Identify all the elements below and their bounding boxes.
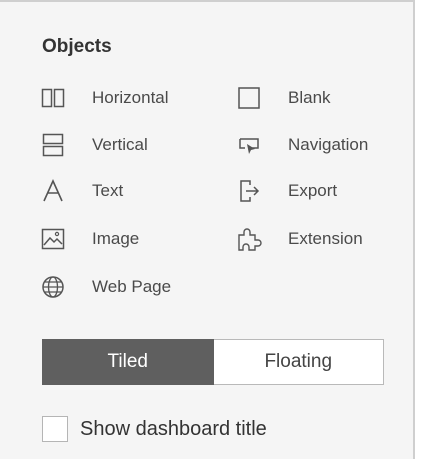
object-image-label: Image <box>92 229 140 248</box>
text-icon <box>40 178 66 204</box>
show-dashboard-title-row[interactable]: Show dashboard title <box>42 416 267 442</box>
object-vertical-label: Vertical <box>92 135 148 154</box>
image-icon <box>40 226 66 252</box>
globe-icon <box>40 274 66 300</box>
object-image[interactable]: Image <box>40 224 139 254</box>
export-icon <box>236 178 262 204</box>
layout-toggle: Tiled Floating <box>42 339 384 385</box>
show-dashboard-title-label: Show dashboard title <box>80 417 267 440</box>
navigation-icon <box>236 132 262 158</box>
object-navigation[interactable]: Navigation <box>236 130 368 160</box>
object-extension[interactable]: Extension <box>236 224 363 254</box>
show-dashboard-title-checkbox[interactable] <box>42 416 68 442</box>
tiled-button[interactable]: Tiled <box>42 339 214 385</box>
object-text-label: Text <box>92 181 124 200</box>
object-horizontal[interactable]: Horizontal <box>40 83 169 113</box>
blank-icon <box>236 85 262 111</box>
horizontal-container-icon <box>40 85 66 111</box>
object-extension-label: Extension <box>288 229 363 248</box>
object-blank[interactable]: Blank <box>236 83 331 113</box>
object-export[interactable]: Export <box>236 176 337 206</box>
objects-panel: Objects Horizontal Blank Vertical Naviga… <box>0 0 415 459</box>
object-web-page[interactable]: Web Page <box>40 272 171 302</box>
object-horizontal-label: Horizontal <box>92 88 169 107</box>
floating-button[interactable]: Floating <box>213 339 384 385</box>
object-vertical[interactable]: Vertical <box>40 130 148 160</box>
object-navigation-label: Navigation <box>288 135 369 154</box>
object-blank-label: Blank <box>288 88 331 107</box>
objects-title: Objects <box>42 36 112 57</box>
object-export-label: Export <box>288 181 338 200</box>
object-web-page-label: Web Page <box>92 277 172 296</box>
vertical-container-icon <box>40 132 66 158</box>
object-text[interactable]: Text <box>40 176 123 206</box>
extension-icon <box>236 226 262 252</box>
